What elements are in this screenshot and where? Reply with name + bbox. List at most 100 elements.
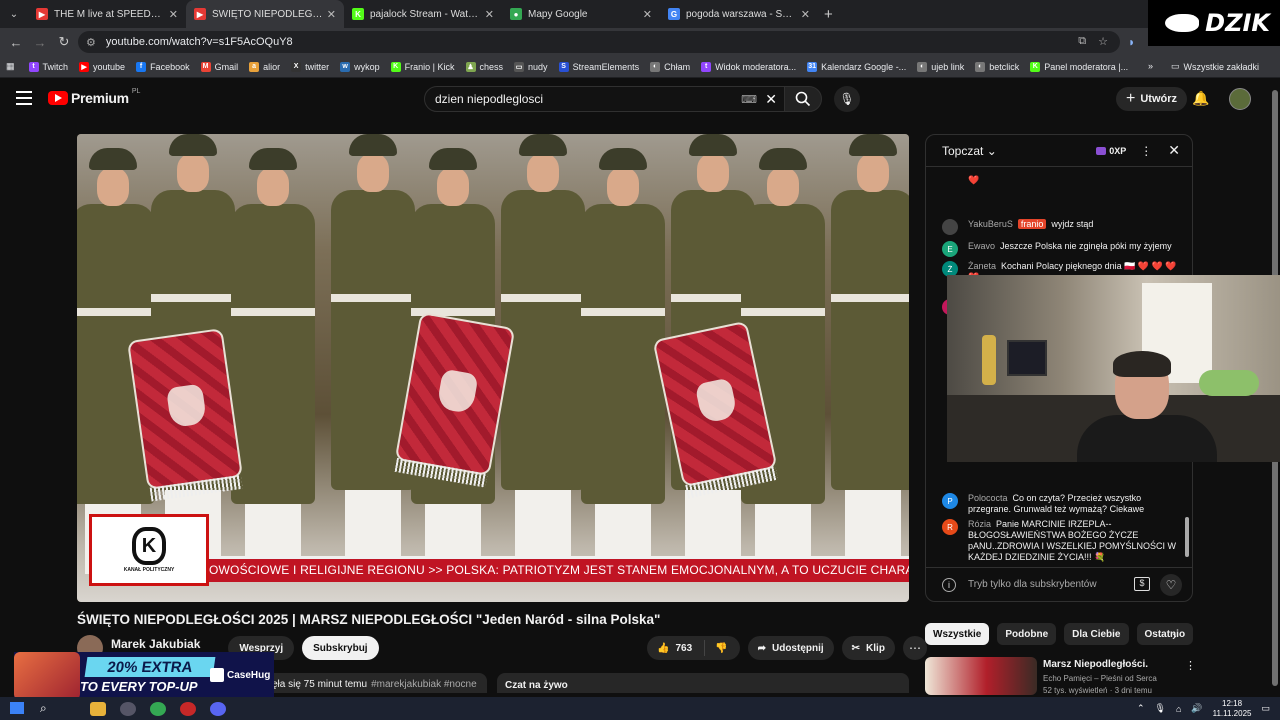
- chat-scroll-thumb[interactable]: [1185, 517, 1189, 557]
- live-chat-replay-bar[interactable]: Czat na żywo: [497, 673, 909, 693]
- chat-avatar[interactable]: P: [942, 493, 958, 509]
- create-button[interactable]: + Utwórz: [1116, 87, 1188, 111]
- bookmark-item[interactable]: t Twitch: [28, 61, 68, 72]
- chat-author[interactable]: Polococta: [968, 493, 1008, 503]
- apps-icon[interactable]: ▦: [6, 61, 15, 72]
- close-tab-icon[interactable]: ✕: [801, 8, 810, 21]
- close-chat-icon[interactable]: ✕: [1168, 142, 1180, 159]
- browser-tab[interactable]: Kpajalock Stream - Watch Live o ✕: [344, 0, 502, 28]
- site-info-icon[interactable]: ⚙: [86, 36, 96, 49]
- volume-icon[interactable]: 🔊: [1191, 703, 1202, 714]
- discord-icon[interactable]: [210, 701, 226, 716]
- chrome-icon[interactable]: [150, 701, 166, 716]
- bookmark-item[interactable]: S StreamElements: [558, 61, 639, 72]
- app-icon[interactable]: [180, 701, 196, 716]
- filter-chip[interactable]: Wszystkie: [925, 623, 990, 645]
- notification-icon[interactable]: ▭: [1261, 703, 1270, 714]
- voice-search-button[interactable]: 🎙: [834, 86, 860, 112]
- xp-badge[interactable]: 0XP: [1096, 146, 1126, 156]
- subscribe-button[interactable]: Subskrybuj: [302, 636, 379, 660]
- chevron-right-icon[interactable]: ›: [1172, 627, 1177, 643]
- youtube-logo[interactable]: Premium PL: [48, 88, 140, 106]
- network-icon[interactable]: ⌂: [1176, 704, 1181, 714]
- address-bar[interactable]: ⚙ youtube.com/watch?v=s1F5AcOQuY8 ⧉ ☆: [78, 31, 1120, 53]
- chat-author[interactable]: YakuBeruS: [968, 219, 1013, 229]
- related-thumbnail[interactable]: [925, 657, 1037, 695]
- back-icon[interactable]: ←: [4, 35, 28, 50]
- chat-author[interactable]: Ewavo: [968, 241, 995, 251]
- bookmark-favicon-icon: ♟: [465, 61, 476, 72]
- tray-chevron-icon[interactable]: ⌃: [1137, 703, 1145, 714]
- info-icon[interactable]: i: [942, 577, 956, 592]
- bookmark-item[interactable]: 31 Kalendarz Google -...: [807, 61, 906, 72]
- chat-author[interactable]: Rózia: [968, 519, 991, 529]
- bookmark-star-icon[interactable]: ☆: [1098, 35, 1108, 48]
- channel-name[interactable]: Marek Jakubiak: [111, 637, 200, 651]
- more-actions-icon[interactable]: ⋯: [902, 636, 927, 660]
- reload-icon[interactable]: ↻: [52, 34, 76, 50]
- related-title[interactable]: Marsz Niepodległości.: [1043, 659, 1148, 670]
- bookmark-item[interactable]: K Franio | Kick: [390, 61, 455, 72]
- video-player[interactable]: K KANAŁ POLITYCZNY OWOŚCIOWE I RELIGIJNE…: [77, 134, 909, 602]
- filter-chip[interactable]: Dla Ciebie: [1064, 623, 1129, 645]
- chat-mode-dropdown[interactable]: Topczat ⌄: [942, 144, 1096, 158]
- like-button[interactable]: 👍 763: [647, 640, 706, 656]
- bookmark-item[interactable]: t Widok moderatora...: [701, 61, 796, 72]
- share-button[interactable]: ➦ Udostępnij: [747, 636, 834, 660]
- bookmark-item[interactable]: f Facebook: [136, 61, 190, 72]
- filter-chip[interactable]: Podobne: [997, 623, 1057, 645]
- close-tab-icon[interactable]: ✕: [327, 8, 336, 21]
- chat-avatar[interactable]: [942, 219, 958, 235]
- browser-tab[interactable]: ▶ ŚWIĘTO NIEPODLEGŁOŚCI ✕: [186, 0, 344, 28]
- bookmark-item[interactable]: a alior: [249, 61, 280, 72]
- dislike-button[interactable]: 👎: [705, 643, 739, 654]
- chat-author[interactable]: Żaneta: [968, 261, 996, 271]
- bookmark-item[interactable]: ▶ youtube: [79, 61, 125, 72]
- new-tab-button[interactable]: +: [824, 6, 833, 23]
- app-icon[interactable]: [120, 701, 136, 716]
- keyboard-icon[interactable]: ⌨: [741, 93, 757, 106]
- install-icon[interactable]: ⧉: [1078, 35, 1086, 48]
- heart-icon[interactable]: ♡: [1160, 574, 1182, 596]
- clock[interactable]: 12:18 11.11.2025: [1213, 699, 1252, 719]
- related-video[interactable]: Marsz Niepodległości. Echo Pamięci – Pie…: [925, 655, 1265, 695]
- bookmark-item[interactable]: K Panel moderatora |...: [1030, 61, 1128, 72]
- all-bookmarks-folder[interactable]: ▭ Wszystkie zakładki: [1171, 61, 1259, 72]
- mic-icon[interactable]: 🎙: [1155, 703, 1166, 714]
- clip-button[interactable]: ✂ Klip: [841, 636, 895, 660]
- start-icon[interactable]: [10, 702, 24, 714]
- clear-search-icon[interactable]: ✕: [765, 91, 777, 108]
- browser-tab[interactable]: ▶ THE M live at SPEEDLAND FEST ✕: [28, 0, 186, 28]
- more-bookmarks-icon[interactable]: »: [1148, 61, 1153, 72]
- bookmark-item[interactable]: ◐ betclick: [975, 61, 1019, 72]
- close-tab-icon[interactable]: ✕: [485, 8, 494, 21]
- close-tab-icon[interactable]: ✕: [169, 8, 178, 21]
- menu-icon[interactable]: [16, 91, 32, 105]
- bookmark-item[interactable]: ▭ nudy: [514, 61, 548, 72]
- bookmark-item[interactable]: w wykop: [340, 61, 380, 72]
- super-chat-icon[interactable]: $: [1134, 577, 1150, 591]
- chat-avatar[interactable]: R: [942, 519, 958, 535]
- browser-tab[interactable]: Gpogoda warszawa - Szukaj w G ✕: [660, 0, 818, 28]
- bookmark-item[interactable]: ◐ Chłam: [650, 61, 690, 72]
- bookmark-item[interactable]: ◐ ujeb link: [917, 61, 964, 72]
- related-channel[interactable]: Echo Pamięci – Pieśni od Serca: [1043, 674, 1157, 683]
- bookmark-item[interactable]: ♟ chess: [465, 61, 503, 72]
- search-button[interactable]: [784, 86, 822, 112]
- bookmark-item[interactable]: Xtwitter: [291, 61, 329, 72]
- extension-icon[interactable]: ◗: [1128, 35, 1135, 49]
- chat-more-icon[interactable]: ⋮: [1140, 144, 1152, 158]
- forward-icon[interactable]: →: [28, 35, 52, 50]
- file-explorer-icon[interactable]: [90, 701, 106, 716]
- chat-avatar[interactable]: E: [942, 241, 958, 257]
- search-input[interactable]: dzien niepodleglosci ⌨ ✕: [424, 86, 786, 112]
- account-avatar[interactable]: [1229, 88, 1251, 110]
- tab-search-icon[interactable]: ⌄: [0, 0, 28, 28]
- search-icon[interactable]: ⌕: [40, 701, 47, 716]
- filter-chip[interactable]: Ostatnio: [1136, 623, 1194, 645]
- notifications-bell-icon[interactable]: 🔔: [1192, 90, 1209, 107]
- bookmark-item[interactable]: M Gmail: [200, 61, 238, 72]
- browser-tab[interactable]: ● Mapy Google ✕: [502, 0, 660, 28]
- close-tab-icon[interactable]: ✕: [643, 8, 652, 21]
- related-more-icon[interactable]: ⋮: [1185, 659, 1196, 672]
